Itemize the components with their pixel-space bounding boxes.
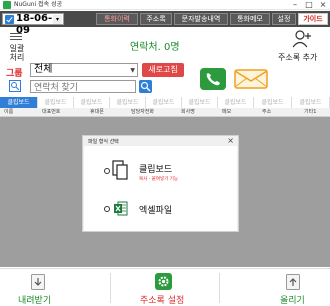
bottom-bar: 내려받기 주소록 설정 올리기 <box>0 268 330 306</box>
address-settings-label: 주소록 설정 <box>140 296 185 306</box>
clipboard-icon <box>112 160 128 180</box>
file-format-dialog: 파일 형식 선택 × 클립보드 복사 - 붙여넣기 기능 엑셀파일 <box>82 135 239 232</box>
download-icon <box>31 274 45 290</box>
column-header-name[interactable]: 이름 <box>4 108 13 117</box>
gear-icon <box>155 273 172 290</box>
column-tab[interactable]: 클립보드 <box>110 97 146 108</box>
toolbar: 18-06-09 ▾ 통화이력 주소록 문자발송내역 통화메모 설정 가이드 <box>0 11 330 36</box>
batch-process-button[interactable]: 일괄 처리 <box>6 44 28 62</box>
mail-icon[interactable] <box>234 69 268 89</box>
column-header-main-number[interactable]: 대표번호 <box>42 108 60 117</box>
column-header-manager-phone[interactable]: 담당자전화 <box>131 108 154 117</box>
table-header: 이름 대표번호 휴대폰 담당자전화 회사명 메모 주소 기타1 <box>0 108 330 117</box>
tab-address-book[interactable]: 주소록 <box>140 13 172 25</box>
dialog-title: 파일 형식 선택 <box>88 139 119 145</box>
group-label: 그룹 <box>6 69 23 79</box>
contacts-count: 연락처. 0명 <box>130 42 180 53</box>
address-settings-button[interactable]: 주소록 설정 <box>111 269 219 306</box>
app-icon <box>3 1 11 9</box>
upload-icon <box>286 274 300 290</box>
dialog-content: 클립보드 복사 - 붙여넣기 기능 엑셀파일 <box>84 146 237 231</box>
excel-option-label[interactable]: 엑셀파일 <box>139 203 172 216</box>
add-contact-icon[interactable] <box>292 30 312 48</box>
column-header-address[interactable]: 주소 <box>262 108 271 117</box>
download-button[interactable]: 내려받기 <box>0 269 110 306</box>
column-header-memo[interactable]: 메모 <box>222 108 231 117</box>
column-tab-bar: 클립보드 클립보드 클립보드 클립보드 클립보드 클립보드 클립보드 클립보드 … <box>0 97 330 108</box>
maximize-button[interactable]: □ <box>302 0 316 10</box>
chevron-down-icon: ▼ <box>130 67 135 74</box>
clipboard-option-label[interactable]: 클립보드 <box>139 162 172 175</box>
column-tab[interactable]: 클립보드 <box>0 97 38 108</box>
group-select[interactable]: 전체 ▼ <box>30 63 138 77</box>
column-tab[interactable]: 클립보드 <box>218 97 254 108</box>
excel-file-icon <box>114 201 128 216</box>
tab-call-memo[interactable]: 통화메모 <box>230 13 270 25</box>
hamburger-menu-icon[interactable] <box>10 33 22 41</box>
phone-call-icon[interactable] <box>200 68 226 90</box>
contact-search-icon <box>9 80 21 92</box>
add-contact-button[interactable]: 주소록 추가 <box>278 52 317 63</box>
tab-call-history[interactable]: 통화이력 <box>96 13 138 25</box>
date-checkbox[interactable] <box>5 15 14 24</box>
upload-button[interactable]: 올리기 <box>220 269 330 306</box>
column-header-mobile[interactable]: 휴대폰 <box>90 108 104 117</box>
column-tab[interactable]: 클립보드 <box>74 97 110 108</box>
calendar-dropdown-icon[interactable]: ▾ <box>53 15 62 24</box>
column-header-etc1[interactable]: 기타1 <box>304 108 316 117</box>
minimize-button[interactable]: – <box>288 0 302 10</box>
guide-button[interactable]: 가이드 <box>298 13 328 25</box>
tab-settings[interactable]: 설정 <box>272 13 296 25</box>
clipboard-radio[interactable] <box>104 168 110 174</box>
close-window-button[interactable]: × <box>316 0 330 10</box>
contact-search-input[interactable] <box>30 80 136 93</box>
date-picker[interactable]: 18-06-09 ▾ <box>2 13 64 36</box>
download-label: 내려받기 <box>18 296 52 306</box>
window-title: NuGuni 접속 성공 <box>14 1 63 8</box>
column-tab[interactable]: 클립보드 <box>146 97 182 108</box>
tab-sms-history[interactable]: 문자발송내역 <box>174 13 228 25</box>
title-bar: NuGuni 접속 성공 – □ × <box>0 0 330 10</box>
upload-label: 올리기 <box>280 296 305 306</box>
column-tab[interactable]: 클립보드 <box>38 97 74 108</box>
column-header-company[interactable]: 회사명 <box>181 108 195 117</box>
group-select-value: 전체 <box>34 64 53 75</box>
dialog-close-icon[interactable]: × <box>227 136 234 145</box>
clipboard-option-note: 복사 - 붙여넣기 기능 <box>139 177 179 182</box>
search-button[interactable] <box>139 80 152 93</box>
excel-radio[interactable] <box>104 206 110 212</box>
column-tab[interactable]: 클립보드 <box>182 97 218 108</box>
column-tab[interactable]: 클립보드 <box>254 97 292 108</box>
column-tab[interactable]: 클립보드 <box>292 97 330 108</box>
refresh-button[interactable]: 새로고침 <box>142 63 184 77</box>
